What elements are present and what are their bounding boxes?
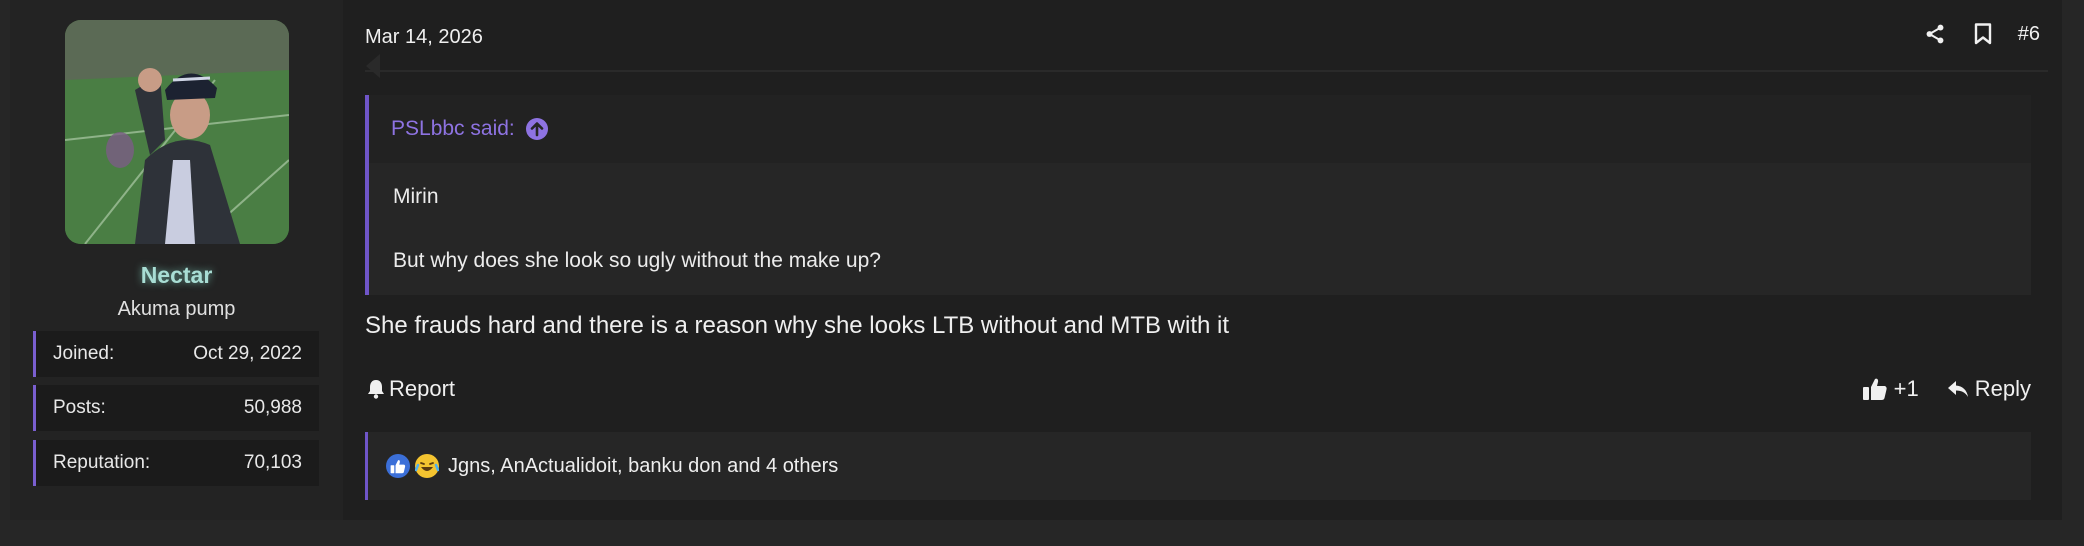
stat-joined: Joined: Oct 29, 2022: [33, 331, 319, 377]
stat-posts: Posts: 50,988: [33, 385, 319, 431]
bookmark-icon[interactable]: [1970, 21, 1996, 47]
reactions-summary[interactable]: Jgns, AnActualidoit, banku don and 4 oth…: [448, 455, 838, 478]
arrow-up-circle-icon[interactable]: [525, 117, 549, 141]
user-title: Akuma pump: [117, 298, 236, 320]
quote-line: But why does she look so ugly without th…: [393, 249, 881, 272]
report-label: Report: [389, 376, 456, 401]
quote-block: PSLbbc said: Mirin But why does she look…: [365, 95, 2031, 295]
avatar[interactable]: [65, 20, 289, 244]
quote-author[interactable]: PSLbbc said:: [391, 117, 515, 141]
header-divider: [365, 70, 2048, 72]
stat-reputation: Reputation: 70,103: [33, 440, 319, 486]
reply-button[interactable]: Reply: [1947, 376, 2031, 402]
like-reaction-icon[interactable]: [386, 454, 410, 478]
like-count: +1: [1893, 376, 1919, 401]
forum-post: Nectar Akuma pump Joined: Oct 29, 2022 P…: [10, 0, 2062, 520]
post-actions: Report +1 Reply: [365, 372, 2031, 408]
reply-label: Reply: [1974, 376, 2031, 401]
stat-label: Joined:: [53, 343, 115, 364]
thumbs-up-icon: [1862, 378, 1887, 400]
user-info-panel: Nectar Akuma pump Joined: Oct 29, 2022 P…: [10, 0, 343, 520]
stat-label: Posts:: [53, 397, 106, 418]
laugh-cry-reaction-icon[interactable]: [415, 454, 439, 478]
post-number[interactable]: #6: [2018, 23, 2040, 46]
stat-label: Reputation:: [53, 452, 151, 473]
share-icon[interactable]: [1922, 21, 1948, 47]
reactions-bar: Jgns, AnActualidoit, banku don and 4 oth…: [365, 432, 2031, 500]
quote-header[interactable]: PSLbbc said:: [369, 95, 2031, 163]
stat-value: 50,988: [243, 397, 302, 418]
stat-value: 70,103: [243, 452, 302, 473]
post-date[interactable]: Mar 14, 2026: [365, 26, 483, 49]
message-content: Mar 14, 2026 #6 PSLbbc said: Mirin But w…: [365, 0, 2062, 520]
report-button[interactable]: Report: [367, 376, 455, 402]
stat-value: Oct 29, 2022: [193, 343, 302, 364]
post-header-tools: #6: [1900, 21, 2040, 47]
reply-icon: [1947, 381, 1968, 397]
like-button[interactable]: +1: [1862, 376, 1919, 402]
post-body: She frauds hard and there is a reason wh…: [365, 312, 1229, 339]
username[interactable]: Nectar: [10, 262, 343, 289]
avatar-image: [65, 20, 289, 244]
quote-line: Mirin: [393, 185, 439, 208]
bell-icon: [368, 380, 384, 399]
